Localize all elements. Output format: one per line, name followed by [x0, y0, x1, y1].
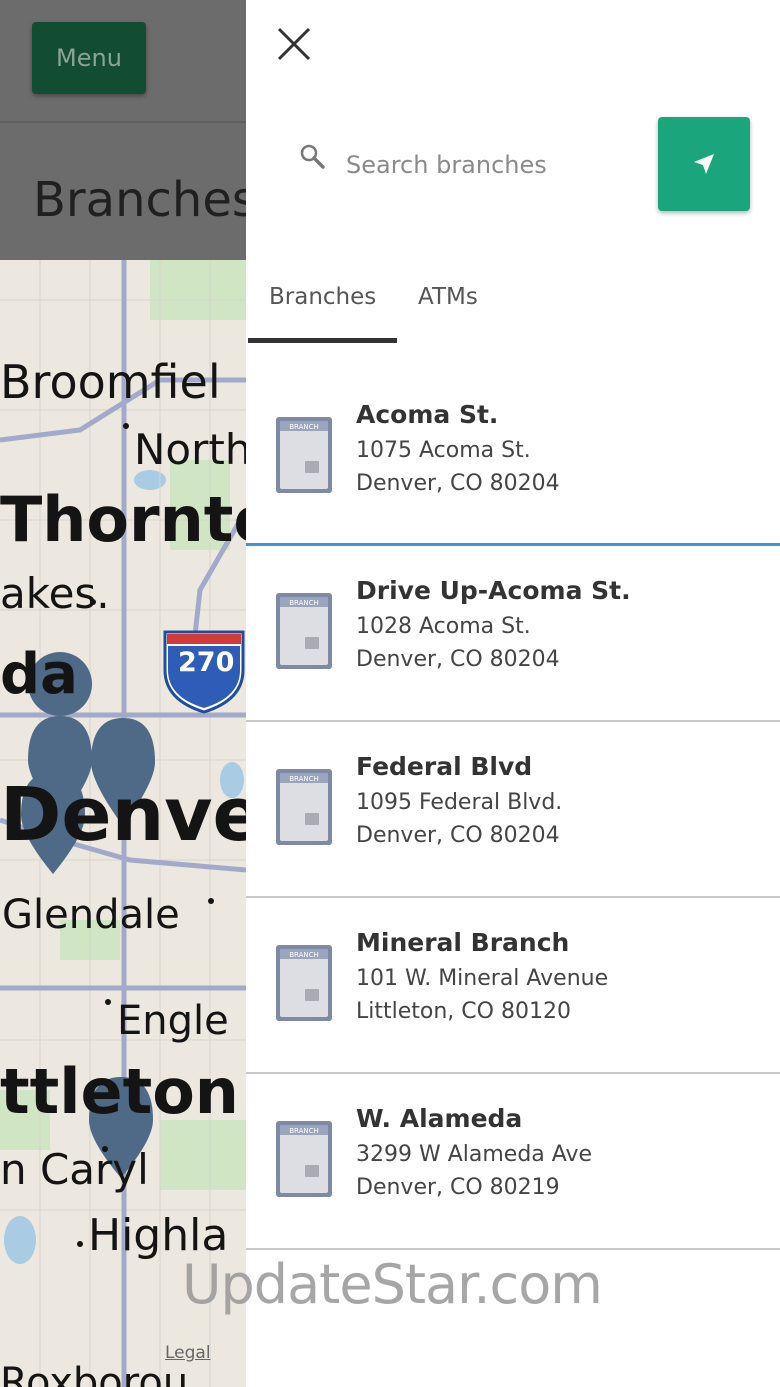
branch-building-icon: BRANCH — [276, 593, 332, 669]
page-title: Branches — [33, 172, 246, 228]
branch-search-drawer: Branches ATMs BRANCH Acoma St. 1075 Acom… — [246, 0, 780, 1387]
svg-text:BRANCH: BRANCH — [289, 1127, 319, 1135]
map-label-roxborough: Roxborou — [0, 1360, 189, 1387]
tab-bar: Branches ATMs — [246, 270, 780, 344]
branch-name: Mineral Branch — [356, 928, 570, 957]
active-tab-indicator — [248, 338, 397, 343]
close-icon[interactable] — [274, 24, 314, 64]
svg-text:BRANCH: BRANCH — [289, 423, 319, 431]
branch-name: Acoma St. — [356, 400, 499, 429]
list-item[interactable]: BRANCH Drive Up-Acoma St. 1028 Acoma St.… — [246, 546, 780, 722]
map-label-littleton: ttleton — [0, 1055, 239, 1128]
map-label-lakes: akes. — [0, 569, 110, 618]
branch-name: W. Alameda — [356, 1104, 523, 1133]
branch-address-line1: 1075 Acoma St. — [356, 438, 531, 463]
map-label-glendale: Glendale — [2, 892, 180, 938]
map-label-englewood: Engle — [117, 998, 229, 1044]
branch-building-icon: BRANCH — [276, 945, 332, 1021]
map-legal-link[interactable]: Legal — [165, 1343, 211, 1363]
map-label-ken-caryl: n Caryl — [0, 1145, 149, 1194]
branch-address-line2: Denver, CO 80204 — [356, 823, 560, 848]
branch-building-icon: BRANCH — [276, 417, 332, 493]
svg-text:BRANCH: BRANCH — [289, 599, 319, 607]
background-page: Menu Branches Broomfiel North Thornt ake… — [0, 0, 246, 1387]
map-label-broomfield: Broomfiel — [0, 355, 221, 409]
map-label-denver: Denver — [0, 772, 246, 858]
svg-text:BRANCH: BRANCH — [289, 951, 319, 959]
branch-address-line1: 101 W. Mineral Avenue — [356, 966, 609, 991]
search-input[interactable] — [346, 140, 636, 190]
branch-address-line1: 1028 Acoma St. — [356, 614, 531, 639]
branch-name: Federal Blvd — [356, 752, 533, 781]
list-item[interactable]: BRANCH W. Alameda 3299 W Alameda Ave Den… — [246, 1074, 780, 1250]
branch-name: Drive Up-Acoma St. — [356, 576, 631, 605]
map-label-north: North — [134, 425, 246, 474]
branch-address-line2: Denver, CO 80219 — [356, 1175, 560, 1200]
branch-building-icon: BRANCH — [276, 769, 332, 845]
branch-address-line1: 3299 W Alameda Ave — [356, 1142, 593, 1167]
map-label-thornton: Thornto — [0, 483, 246, 556]
branch-address-line2: Denver, CO 80204 — [356, 647, 560, 672]
navigation-arrow-icon — [694, 154, 714, 174]
list-divider — [246, 1248, 780, 1250]
list-item[interactable]: BRANCH Mineral Branch 101 W. Mineral Ave… — [246, 898, 780, 1074]
tab-branches[interactable]: Branches — [269, 284, 376, 310]
svg-text:BRANCH: BRANCH — [289, 775, 319, 783]
list-item[interactable]: BRANCH Acoma St. 1075 Acoma St. Denver, … — [246, 370, 780, 546]
list-item[interactable]: BRANCH Federal Blvd 1095 Federal Blvd. D… — [246, 722, 780, 898]
branch-address-line1: 1095 Federal Blvd. — [356, 790, 563, 815]
interstate-number: 270 — [178, 647, 235, 678]
branch-address-line2: Littleton, CO 80120 — [356, 999, 571, 1024]
branch-building-icon: BRANCH — [276, 1121, 332, 1197]
locate-me-button[interactable] — [658, 117, 750, 211]
search-icon — [298, 142, 328, 172]
branch-list: BRANCH Acoma St. 1075 Acoma St. Denver, … — [246, 370, 780, 1250]
branch-address-line2: Denver, CO 80204 — [356, 471, 560, 496]
background-header: Menu Branches — [0, 0, 246, 260]
map-label-arvada: da — [0, 642, 78, 707]
header-divider — [0, 121, 246, 123]
menu-button[interactable]: Menu — [32, 22, 146, 94]
tab-atms[interactable]: ATMs — [418, 284, 478, 310]
watermark-text: UpdateStar.com — [182, 1253, 603, 1316]
branch-map[interactable]: Broomfiel North Thornto akes. da 270 Den… — [0, 260, 246, 1387]
